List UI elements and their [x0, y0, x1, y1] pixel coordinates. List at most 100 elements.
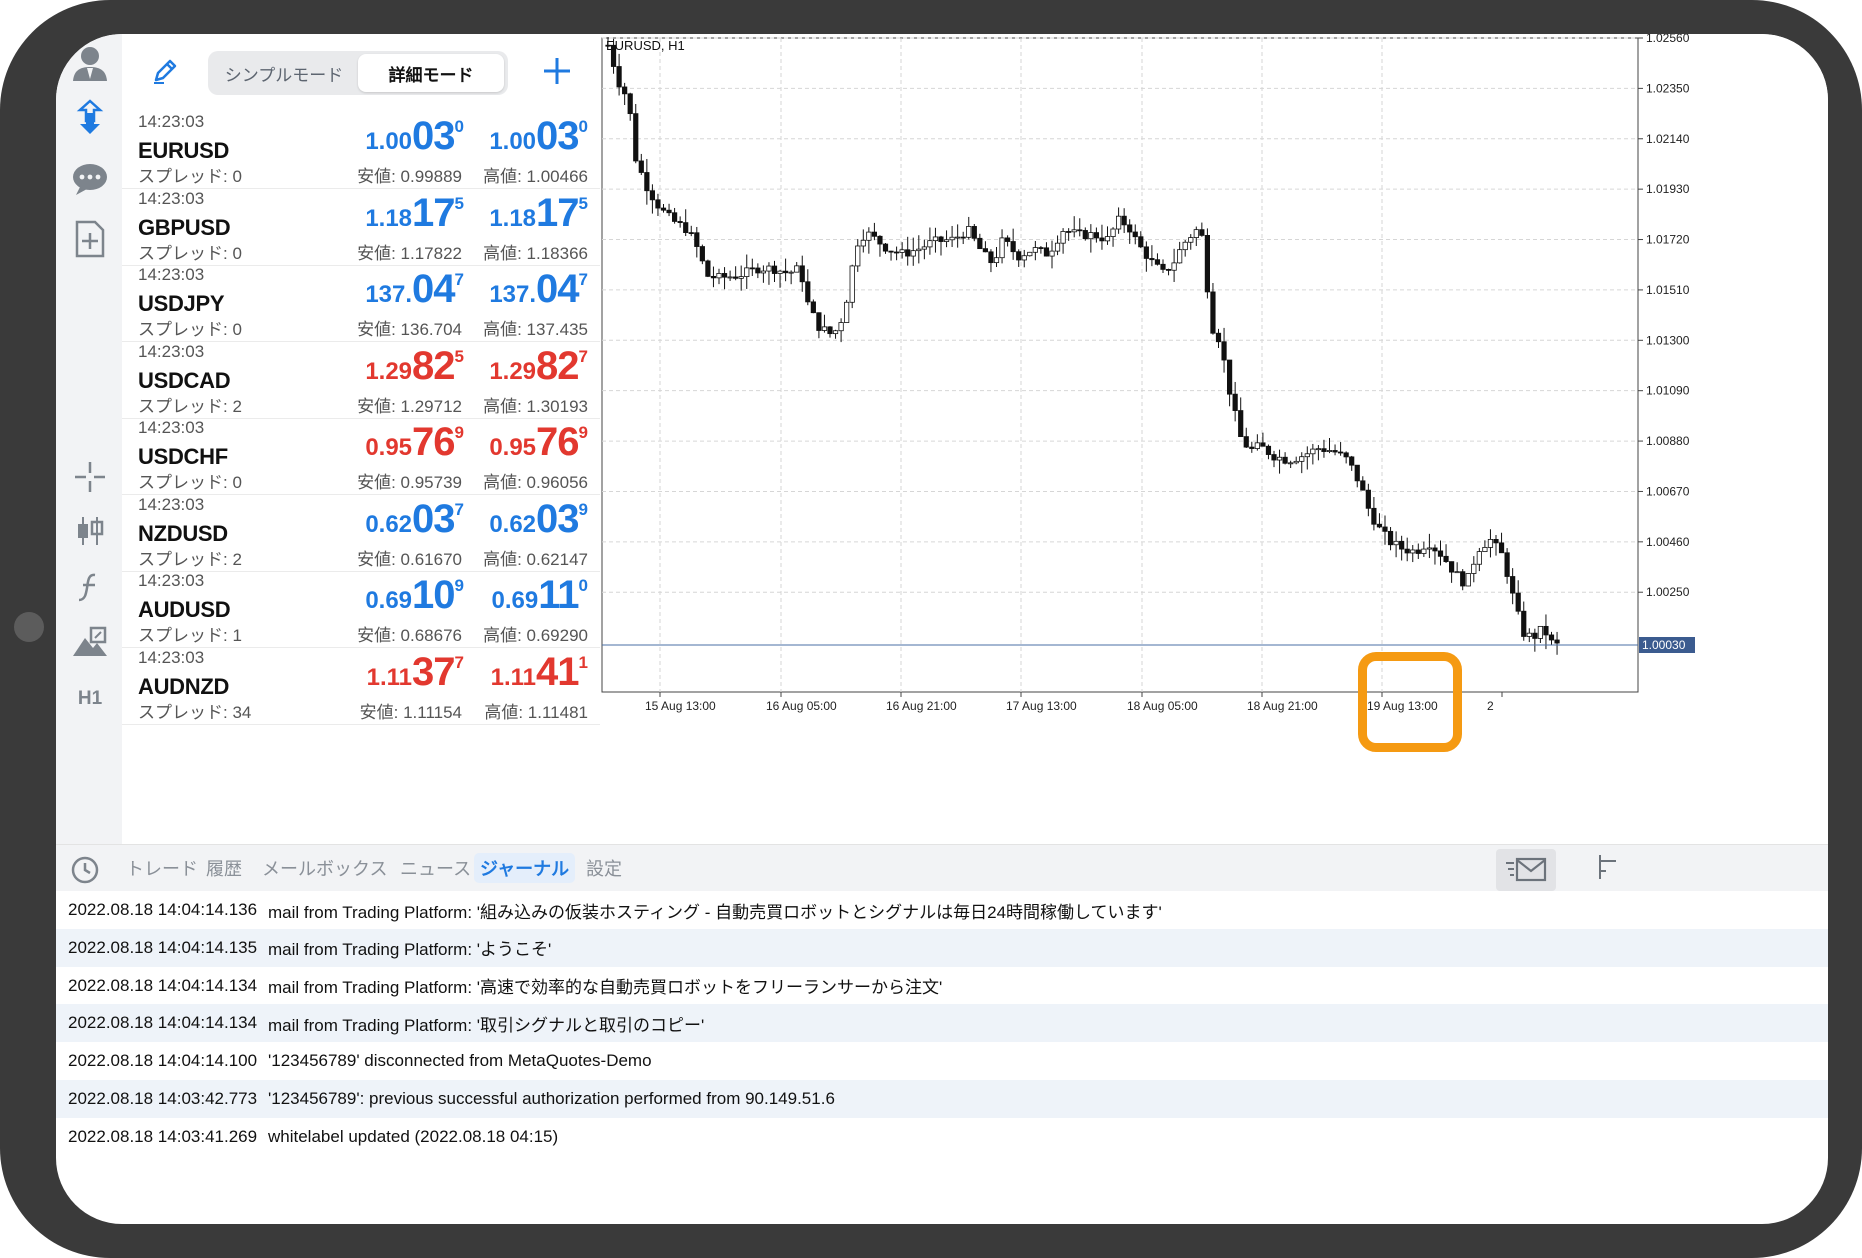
bid-price-prefix: 0.95 — [365, 434, 413, 461]
quotes-icon[interactable] — [64, 94, 116, 140]
quote-row-usdcad[interactable]: 14:23:03 USDCAD スプレッド: 2 1.29825 1.29827 安値: … — [122, 342, 600, 419]
ask-price[interactable]: 1.18175 — [489, 191, 588, 236]
candle-body — [855, 245, 861, 267]
bid-price[interactable]: 0.62037 — [365, 497, 464, 542]
candle-body — [1426, 547, 1433, 550]
candlestick-chart[interactable]: 1.02560 1.02350 1.02140 1.01930 1.01720 1.015… — [600, 34, 1828, 844]
candle-body — [1354, 464, 1360, 482]
quote-row-nzdusd[interactable]: 14:23:03 NZDUSD スプレッド: 2 0.62037 0.62039 安値: … — [122, 495, 600, 572]
chat-icon[interactable] — [64, 156, 116, 202]
quote-time: 14:23:03 — [138, 418, 205, 437]
quote-row-eurusd[interactable]: 14:23:03 EURUSD スプレッド: 0 1.00030 1.00030 安値: … — [122, 112, 600, 189]
journal-row[interactable]: 2022.08.18 14:03:42.773 '123456789': prev… — [56, 1080, 1828, 1118]
candle-body — [794, 265, 800, 273]
journal-row[interactable]: 2022.08.18 14:04:14.134 mail from Trading… — [56, 967, 1828, 1005]
ask-price[interactable]: 0.69110 — [492, 573, 588, 618]
advanced-mode-button[interactable]: 詳細モード — [358, 54, 504, 92]
tab-mailbox[interactable]: メールボックス — [256, 853, 393, 883]
quote-row-usdchf[interactable]: 14:23:03 USDCHF スプレッド: 0 0.95769 0.95769 安値: … — [122, 418, 600, 495]
quote-row-usdjpy[interactable]: 14:23:03 USDJPY スプレッド: 0 137.047 137.047 安値: … — [122, 265, 600, 342]
high-price: 高値: 1.00466 — [483, 167, 588, 186]
journal-time: 2022.08.18 14:04:14.134 — [68, 1013, 258, 1033]
crosshair-icon[interactable] — [64, 454, 116, 500]
new-document-icon[interactable] — [64, 216, 116, 262]
bid-price[interactable]: 1.11377 — [367, 650, 464, 695]
bid-price-pips: 82 — [412, 343, 455, 388]
journal-row[interactable]: 2022.08.18 14:04:14.134 mail from Trading… — [56, 1004, 1828, 1043]
journal-row[interactable]: 2022.08.18 14:04:14.135 mail from Trading… — [56, 928, 1828, 967]
candle-body — [627, 93, 633, 115]
ask-price-prefix: 137. — [489, 281, 537, 308]
quote-time: 14:23:03 — [138, 341, 205, 361]
low-price: 安値: 0.61670 — [357, 549, 462, 569]
x-axis-label: 15 Aug 13:00 — [645, 699, 716, 713]
bid-price[interactable]: 137.047 — [365, 267, 464, 312]
timeframe-button[interactable]: H1 — [64, 676, 116, 722]
candle-body — [1376, 523, 1383, 528]
ask-price[interactable]: 1.29827 — [489, 344, 588, 389]
quote-symbol: USDJPY — [138, 291, 225, 316]
quote-row-audusd[interactable]: 14:23:03 AUDUSD スプレッド: 1 0.69109 0.69110 安値: … — [122, 571, 600, 648]
tab-history[interactable]: 履歴 — [200, 853, 248, 883]
chart-plot-frame — [601, 37, 1639, 693]
journal-row[interactable]: 2022.08.18 14:04:14.136 mail from Trading… — [56, 891, 1828, 929]
candle-body — [1365, 489, 1371, 509]
journal-row[interactable]: 2022.08.18 14:04:14.100 '123456789' disco… — [56, 1042, 1828, 1080]
candle-body — [1504, 552, 1510, 577]
tab-news[interactable]: ニュース — [394, 853, 477, 883]
candlestick-icon[interactable] — [64, 508, 116, 554]
ask-price[interactable]: 1.00030 — [489, 114, 588, 159]
indicators-icon[interactable] — [64, 564, 116, 610]
ask-price[interactable]: 0.95769 — [489, 420, 588, 465]
tab-journal[interactable]: ジャーナル — [474, 853, 576, 883]
candle-body — [1332, 450, 1338, 453]
candle-body — [1104, 236, 1111, 242]
candle-body — [1449, 561, 1455, 573]
candle-body — [1149, 258, 1155, 261]
x-axis-label: 18 Aug 05:00 — [1127, 699, 1198, 713]
clock-icon[interactable] — [70, 855, 100, 889]
candle-body — [1043, 247, 1050, 257]
bid-price-pips: 03 — [412, 496, 455, 541]
tab-settings[interactable]: 設定 — [580, 853, 628, 883]
ask-price[interactable]: 1.11411 — [491, 650, 588, 695]
quote-row-gbpusd[interactable]: 14:23:03 GBPUSD スプレッド: 0 1.18175 1.18175 安値: … — [122, 189, 600, 266]
low-price: 安値: 0.99889 — [357, 167, 462, 186]
ask-price[interactable]: 137.047 — [489, 267, 588, 312]
candle-body — [1143, 246, 1149, 259]
account-icon[interactable] — [64, 40, 116, 86]
mail-filter-button[interactable] — [1496, 849, 1556, 891]
chart-area[interactable]: 1.02560 1.02350 1.02140 1.01930 1.01720 1.015… — [600, 34, 1828, 844]
low-price: 安値: 1.17822 — [357, 243, 462, 263]
candle-body — [760, 270, 766, 274]
bid-price-fraction: 7 — [454, 652, 464, 672]
candle-body — [1471, 563, 1477, 574]
bid-price-prefix: 137. — [365, 281, 413, 308]
y-axis-label: 1.01930 — [1646, 182, 1690, 196]
candle-body — [1260, 442, 1266, 447]
bid-price[interactable]: 0.69109 — [365, 573, 464, 618]
candle-body — [1066, 231, 1072, 233]
objects-icon[interactable] — [64, 620, 116, 666]
candle-body — [1343, 452, 1349, 458]
split-view-icon[interactable] — [1596, 853, 1620, 885]
journal-row[interactable]: 2022.08.18 14:03:41.269 whitelabel update… — [56, 1118, 1828, 1156]
simple-mode-button[interactable]: シンプルモード — [212, 54, 356, 92]
quote-row-audnzd[interactable]: 14:23:03 AUDNZD スプレッド: 34 1.11377 1.11411 安値:… — [122, 648, 600, 725]
edit-pencil-icon[interactable] — [150, 56, 180, 90]
candle-body — [1443, 555, 1449, 563]
add-symbol-plus-icon[interactable] — [540, 54, 574, 92]
bid-price[interactable]: 0.95769 — [365, 420, 464, 465]
tab-trade[interactable]: トレード — [120, 853, 204, 883]
ask-price-fraction: 5 — [578, 193, 588, 213]
bid-price[interactable]: 1.00030 — [365, 114, 464, 159]
candle-body — [694, 232, 700, 247]
quote-spread: スプレッド: 1 — [138, 626, 242, 645]
quote-symbol: AUDUSD — [138, 597, 231, 622]
candle-body — [1271, 454, 1277, 461]
mode-toggle: シンプルモード 詳細モード — [208, 51, 508, 95]
candle-body — [1543, 625, 1549, 636]
ask-price[interactable]: 0.62039 — [489, 497, 588, 542]
bid-price[interactable]: 1.29825 — [365, 344, 464, 389]
bid-price[interactable]: 1.18175 — [365, 191, 464, 236]
